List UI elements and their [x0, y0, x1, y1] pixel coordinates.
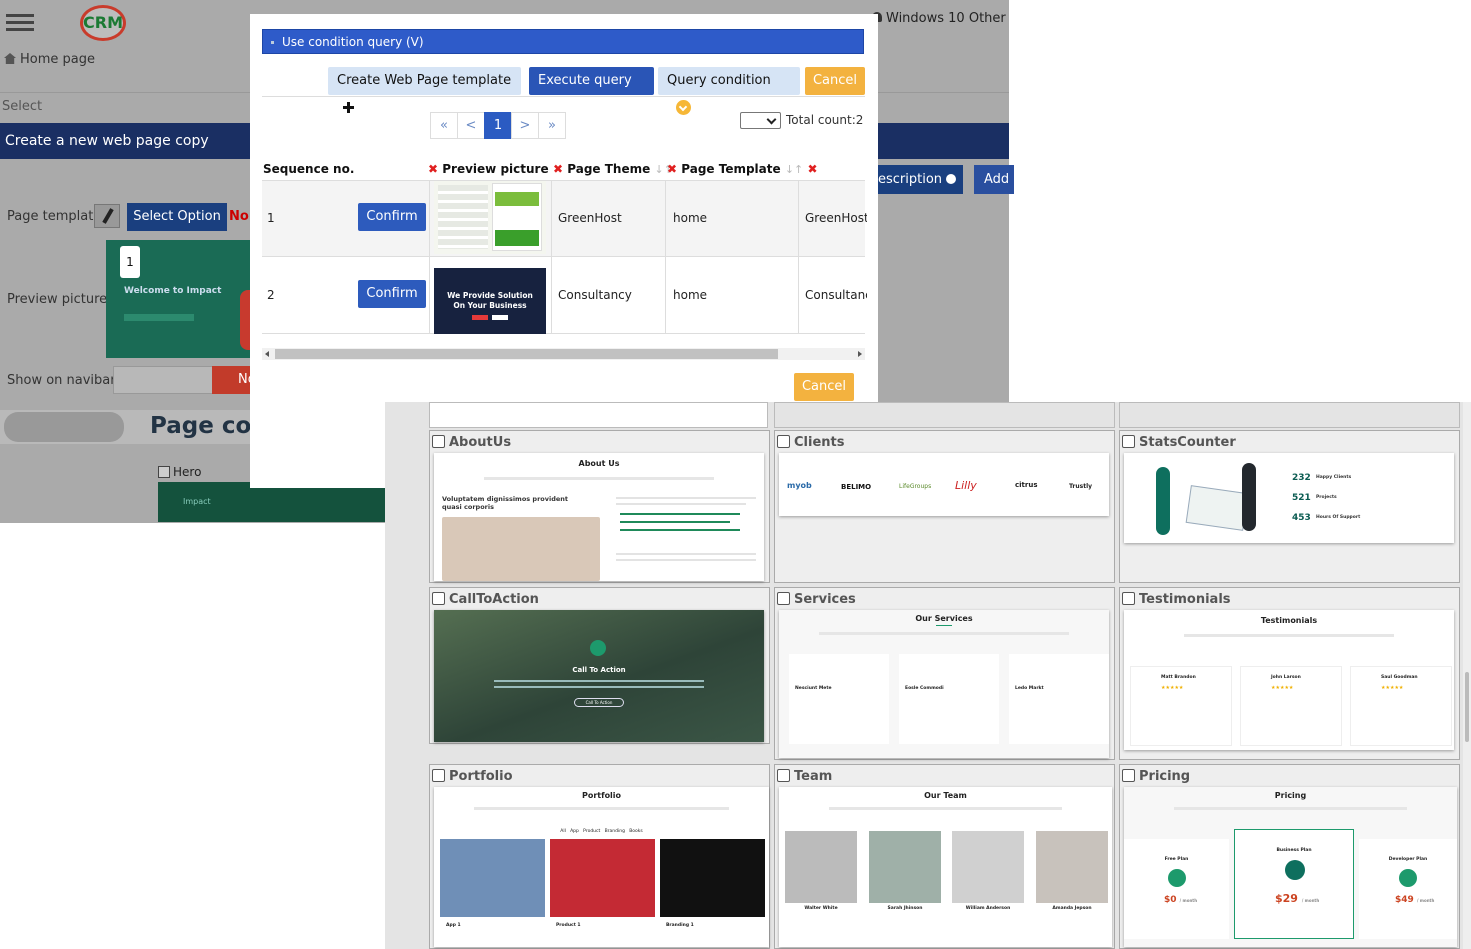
os-info: Windows 10 Other — [872, 11, 1009, 26]
condition-query-bar[interactable]: Use condition query (V) — [262, 29, 864, 54]
cancel-button-top[interactable]: Cancel — [805, 67, 865, 95]
component-portfolio[interactable]: Portfolio Portfolio All App Product Bran… — [429, 764, 770, 949]
checkbox-icon[interactable] — [1122, 769, 1135, 782]
page-1-button[interactable]: 1 — [484, 112, 512, 139]
description-button[interactable]: escription — [876, 165, 963, 194]
navibar-toggle[interactable]: No — [212, 366, 256, 394]
component-team[interactable]: Team Our Team Walter White Sarah Jhinson… — [774, 764, 1115, 949]
last-page-button[interactable]: » — [538, 112, 566, 139]
checkbox-icon[interactable] — [1122, 435, 1135, 448]
vertical-scrollbar[interactable] — [1463, 402, 1471, 949]
query-condition-button[interactable]: Query condition — [658, 67, 800, 115]
row-1-template: home — [673, 211, 708, 225]
page-content-title: Page cor — [150, 413, 263, 439]
col-template[interactable]: ✖ Page Template ↓↑ ✖ — [667, 162, 818, 176]
hero-checkbox[interactable]: Hero — [158, 465, 201, 479]
preview-buttons — [124, 314, 194, 321]
portfolio-preview: Portfolio All App Product Branding Books… — [434, 787, 769, 947]
clients-preview: myob BELIMO LifeGroups Lilly citrus Trus… — [779, 453, 1109, 516]
app-root: CRM Home page Windows 10 Other Select Cr… — [0, 0, 1471, 949]
brush-icon[interactable] — [94, 204, 120, 228]
component-clients[interactable]: Clients myob BELIMO LifeGroups Lilly cit… — [774, 430, 1115, 583]
divider — [665, 180, 666, 333]
preview-number: 1 — [120, 246, 140, 278]
search-icon — [545, 102, 555, 112]
navibar-input[interactable] — [113, 366, 213, 394]
first-page-button[interactable]: « — [430, 112, 458, 139]
divider — [551, 180, 552, 333]
preview-picture-label: Preview picture — [7, 292, 108, 307]
horizontal-scrollbar[interactable] — [262, 348, 865, 360]
chevron-down-icon — [676, 100, 691, 115]
component-tile — [429, 402, 768, 428]
col-theme[interactable]: ✖ Page Theme ↓↑ — [553, 162, 673, 176]
total-count: Total count:2 — [786, 113, 864, 127]
checkbox-icon[interactable] — [432, 769, 445, 782]
checkbox-icon[interactable] — [432, 435, 445, 448]
menu-icon[interactable] — [6, 10, 34, 34]
confirm-button[interactable]: Confirm — [358, 203, 426, 231]
component-pricing[interactable]: Pricing Pricing Free Plan $0 / month Bus… — [1119, 764, 1460, 949]
show-navibar-label: Show on navibar — [7, 373, 116, 388]
next-page-button[interactable]: > — [511, 112, 539, 139]
create-template-button[interactable]: Create Web Page template — [328, 67, 521, 113]
component-testimonials[interactable]: Testimonials Testimonials Matt Brandon ★… — [1119, 587, 1460, 760]
help-icon — [946, 174, 957, 184]
checkbox-icon[interactable] — [777, 435, 790, 448]
checkbox-icon[interactable] — [432, 592, 445, 605]
no-indicator: No — [229, 209, 249, 224]
row-1-preview — [434, 181, 546, 254]
checkbox-icon[interactable] — [1122, 592, 1135, 605]
cancel-button-bottom[interactable]: Cancel — [794, 373, 854, 401]
col-preview[interactable]: ✖ Preview picture — [428, 162, 549, 176]
select-label: Select — [2, 99, 43, 114]
divider — [798, 180, 799, 333]
preview-caption: Welcome to Impact — [124, 286, 222, 296]
divider — [262, 96, 865, 97]
row-2-template: home — [673, 288, 708, 302]
row-1-theme: GreenHost — [558, 211, 622, 225]
select-option-button[interactable]: Select Option — [127, 203, 227, 231]
plus-icon — [343, 102, 354, 113]
divider — [429, 180, 430, 333]
statscounter-preview: 232 Happy Clients 521 Projects 453 Hours… — [1124, 453, 1454, 543]
calltoaction-preview: Call To Action Call To Action — [434, 610, 764, 742]
services-preview: Our Services Nesciunt Mete Eosle Commodi… — [779, 610, 1109, 758]
preview-thumbnail: 1 Welcome to Impact — [106, 240, 254, 358]
confirm-button[interactable]: Confirm — [358, 280, 426, 308]
checkbox-icon[interactable] — [777, 769, 790, 782]
add-button[interactable]: Add — [974, 165, 1014, 194]
row-2-seq: 2 — [267, 288, 275, 302]
prev-page-button[interactable]: < — [457, 112, 485, 139]
home-icon — [4, 53, 16, 64]
row-2-theme: Consultancy — [558, 288, 632, 302]
team-preview: Our Team Walter White Sarah Jhinson Will… — [779, 787, 1112, 947]
checkbox-icon — [158, 466, 170, 478]
row-2-preview: We Provide Solution On Your Business — [434, 259, 546, 334]
breadcrumb-home[interactable]: Home page — [4, 52, 95, 67]
checkbox-icon[interactable] — [777, 592, 790, 605]
component-statscounter[interactable]: StatsCounter 232 Happy Clients 521 Proje… — [1119, 430, 1460, 583]
row-2-name: Consultanc — [805, 288, 867, 302]
execute-query-button[interactable]: Execute query — [529, 67, 654, 112]
logo-shape — [4, 412, 124, 442]
hero-preview: Impact — [158, 482, 385, 522]
component-calltoaction[interactable]: CallToAction Call To Action Call To Acti… — [429, 587, 770, 744]
crm-logo: CRM — [80, 5, 126, 41]
pricing-preview: Pricing Free Plan $0 / month Business Pl… — [1124, 787, 1457, 947]
component-tile — [774, 402, 1115, 428]
row-1-seq: 1 — [267, 211, 275, 225]
testimonials-preview: Testimonials Matt Brandon ★★★★★ John Lar… — [1124, 610, 1454, 750]
col-sequence: Sequence no. — [263, 162, 355, 176]
aboutus-preview: About Us Voluptatem dignissimos providen… — [434, 453, 764, 581]
pagination: « < 1 > » — [430, 112, 566, 139]
row-1-name: GreenHost — [805, 211, 867, 225]
page-template-label: Page template — [7, 209, 102, 224]
component-services[interactable]: Services Our Services Nesciunt Mete Eosl… — [774, 587, 1115, 760]
components-grid: AboutUs About Us Voluptatem dignissimos … — [385, 402, 1471, 949]
page-size-select[interactable] — [740, 112, 781, 129]
component-tile — [1119, 402, 1460, 428]
component-aboutus[interactable]: AboutUs About Us Voluptatem dignissimos … — [429, 430, 770, 583]
divider — [262, 333, 865, 334]
